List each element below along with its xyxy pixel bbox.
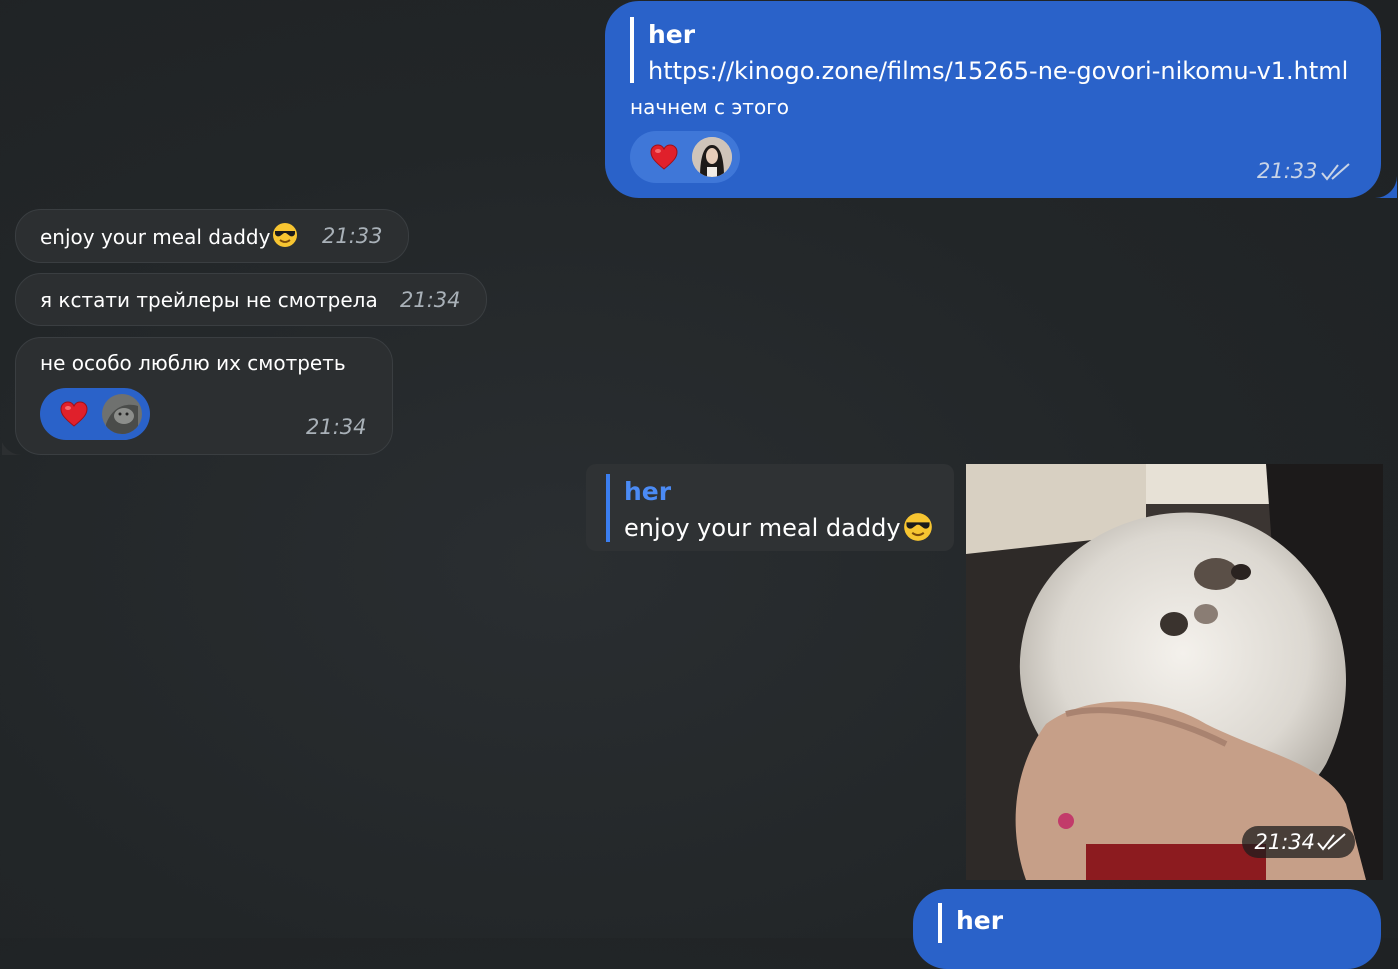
quote-author: her [648, 20, 696, 49]
kitten-photo[interactable]: 21:34 [966, 464, 1383, 880]
message-text: я кстати трейлеры не смотрела [40, 288, 378, 312]
quote-text: enjoy your meal daddy [624, 510, 933, 546]
incoming-message-3[interactable]: я кстати трейлеры не смотрела 21:34 [15, 273, 487, 326]
message-time: 21:34 [1254, 830, 1315, 854]
kitten-image [966, 464, 1383, 880]
message-text: enjoy your meal daddy [40, 222, 298, 251]
avatar-portrait-icon [692, 137, 732, 177]
reply-preview-card[interactable]: her enjoy your meal daddy [586, 464, 954, 551]
reaction-chip[interactable] [630, 131, 740, 183]
message-time: 21:34 [306, 415, 367, 439]
sunglasses-emoji-icon [903, 513, 932, 541]
outgoing-message-1[interactable]: her https://kinogo.zone/films/15265-ne-g… [605, 1, 1381, 198]
message-text: начнем с этого [630, 95, 789, 119]
quote-author: her [956, 906, 1004, 935]
sunglasses-emoji-icon [273, 223, 298, 247]
message-time: 21:33 [1257, 159, 1318, 183]
outgoing-message-6[interactable]: her [913, 889, 1381, 969]
quote-link[interactable]: https://kinogo.zone/films/15265-ne-govor… [648, 53, 1348, 89]
message-time: 21:33 [322, 224, 383, 248]
read-checkmarks-icon [1317, 833, 1346, 851]
bubble-tail [1375, 176, 1397, 198]
incoming-message-2[interactable]: enjoy your meal daddy 21:33 [15, 209, 409, 263]
reply-quote[interactable]: her [938, 903, 1003, 943]
heart-icon [60, 401, 88, 427]
read-checkmarks-icon [1321, 163, 1350, 181]
user-avatar[interactable] [692, 137, 732, 177]
quote-text-content: enjoy your meal daddy [624, 514, 901, 542]
user-avatar[interactable] [102, 394, 142, 434]
quote-author: her [624, 477, 672, 506]
heart-icon [650, 144, 678, 170]
reply-quote[interactable]: her https://kinogo.zone/films/15265-ne-g… [630, 17, 1348, 85]
reply-quote[interactable]: her enjoy your meal daddy [606, 474, 933, 542]
avatar-cat-icon [102, 394, 142, 434]
reaction-chip[interactable] [40, 388, 150, 440]
incoming-message-4[interactable]: не особо люблю их смотреть 21:34 [15, 337, 393, 455]
message-text: не особо люблю их смотреть [40, 351, 346, 375]
message-time: 21:34 [400, 288, 461, 312]
media-time-badge: 21:34 [1242, 826, 1355, 858]
bubble-tail [2, 433, 24, 455]
message-text-content: enjoy your meal daddy [40, 225, 271, 249]
